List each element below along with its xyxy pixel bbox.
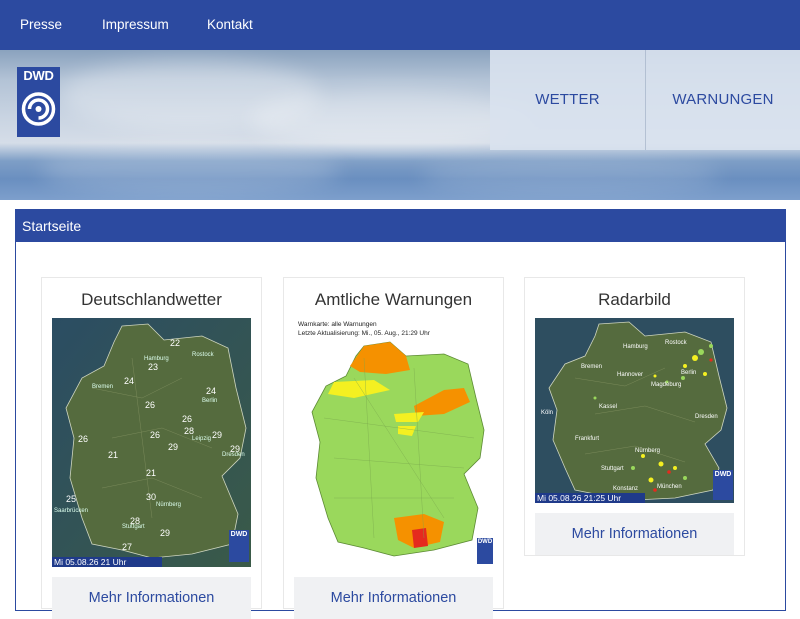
city-label: Konstanz: [613, 486, 639, 492]
main-nav: WETTER WARNUNGEN: [490, 50, 800, 150]
mini-logo-text: DWD: [714, 471, 732, 478]
city-label: Frankfurt: [575, 436, 600, 442]
temp-label: 23: [148, 362, 159, 372]
city-label: Hamburg: [623, 344, 648, 350]
temp-label: 24: [124, 376, 135, 386]
topnav-link-presse[interactable]: Presse: [20, 16, 62, 34]
card-amtliche-warnungen: Amtliche Warnungen Warnkarte: alle Warnu…: [283, 277, 504, 619]
germany-warning-map: [311, 341, 485, 557]
temp-label: 29: [160, 528, 171, 538]
mehr-informationen-button[interactable]: Mehr Informationen: [294, 577, 493, 619]
city-label: Nürnberg: [635, 448, 661, 454]
map-timestamp: Mi 05.08.26 21:25 Uhr: [537, 493, 622, 503]
temp-label: 26: [145, 400, 156, 410]
city-label: Leipzig: [192, 436, 212, 442]
city-label: Dresden: [695, 414, 718, 420]
temp-label: 30: [146, 492, 157, 502]
weather-map[interactable]: 22 23 24 24 26 26 26 26 28 29 29 29 21 2…: [52, 318, 251, 567]
mehr-informationen-button[interactable]: Mehr Informationen: [535, 513, 734, 555]
card-title: Amtliche Warnungen: [314, 290, 473, 309]
dwd-mini-logo: DWD: [477, 538, 493, 564]
dwd-logo[interactable]: DWD: [17, 67, 60, 137]
logo-text: DWD: [23, 68, 54, 83]
radar-map[interactable]: Hamburg Rostock Bremen Hannover Berlin M…: [535, 318, 734, 503]
city-label: Hamburg: [144, 356, 169, 362]
card-title: Radarbild: [598, 290, 671, 309]
city-label: Hannover: [617, 372, 644, 378]
temp-label: 21: [146, 468, 157, 478]
city-label: Berlin: [681, 370, 697, 376]
city-label: München: [657, 484, 682, 490]
city-label: Rostock: [192, 352, 214, 358]
temp-label: 27: [122, 542, 133, 552]
panel-header: Startseite: [16, 210, 785, 242]
city-label: Köln: [541, 410, 554, 416]
temp-label: 28: [184, 426, 195, 436]
dwd-spiral-icon: [21, 92, 56, 126]
panel-title: Startseite: [22, 218, 82, 234]
city-label: Stuttgart: [601, 466, 624, 472]
card-deutschlandwetter: Deutschlandwetter 22 23 24 24 26 26 26 2…: [41, 277, 262, 619]
city-label: Stuttgart: [122, 524, 145, 530]
nav-wetter[interactable]: WETTER: [490, 50, 645, 150]
topnav-link-kontakt[interactable]: Kontakt: [207, 16, 253, 34]
mini-logo-text: DWD: [477, 539, 493, 545]
dwd-mini-logo: DWD: [713, 470, 733, 500]
city-label: Rostock: [665, 340, 687, 346]
city-label: Kassel: [599, 404, 618, 410]
city-label: Bremen: [92, 384, 114, 390]
top-bar: Presse Impressum Kontakt: [0, 0, 800, 50]
temp-label: 26: [150, 430, 161, 440]
map-timestamp: Mi 05.08.26 21 Uhr: [54, 557, 127, 567]
city-label: Berlin: [202, 398, 218, 404]
temp-label: 21: [108, 450, 119, 460]
temp-label: 26: [78, 434, 89, 444]
card-title: Deutschlandwetter: [81, 290, 222, 309]
city-label: Bremen: [581, 364, 603, 370]
temp-label: 29: [168, 442, 179, 452]
nav-warnungen[interactable]: WARNUNGEN: [646, 50, 800, 150]
city-label: Magdeburg: [651, 382, 682, 388]
city-label: Saarbrücken: [54, 508, 89, 514]
temp-label: 25: [66, 494, 77, 504]
temp-label: 24: [206, 386, 217, 396]
temp-label: 29: [212, 430, 223, 440]
mini-logo-text: DWD: [230, 531, 248, 538]
temp-label: 26: [182, 414, 193, 424]
card-radarbild: Radarbild Hamburg Rostock Bremen Hannove…: [524, 277, 745, 556]
topnav-link-impressum[interactable]: Impressum: [102, 16, 169, 34]
mehr-informationen-button[interactable]: Mehr Informationen: [52, 577, 251, 619]
warning-map[interactable]: Warnkarte: alle Warnungen Letzte Aktuali…: [294, 318, 493, 567]
dwd-mini-logo: DWD: [229, 530, 249, 562]
city-label: Dresden: [222, 452, 245, 458]
header-banner: DWD WETTER WARNUNGEN: [0, 50, 800, 200]
city-label: Nürnberg: [156, 502, 182, 508]
temp-label: 22: [170, 338, 181, 348]
